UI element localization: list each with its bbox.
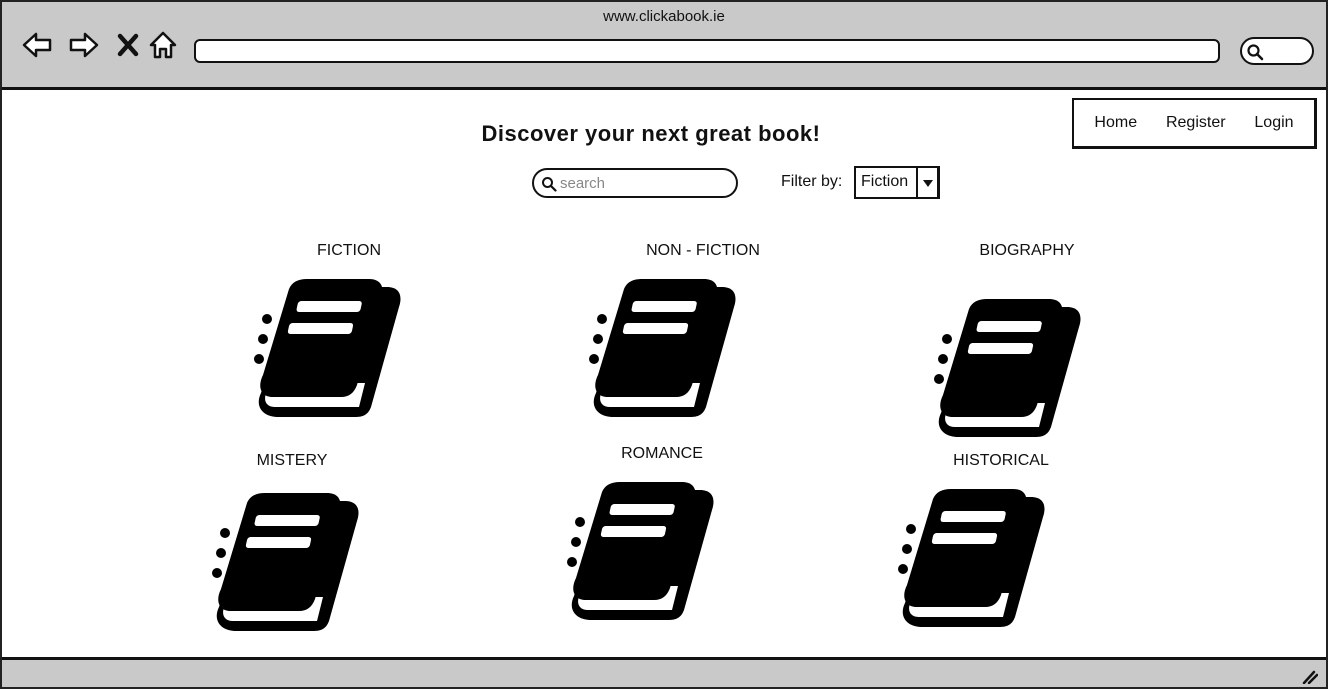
filter-dropdown[interactable]: Fiction [854, 166, 940, 199]
address-bar[interactable] [194, 39, 1220, 63]
browser-search-field[interactable] [1240, 37, 1314, 65]
category-label-mistery[interactable]: MISTERY [192, 452, 392, 470]
category-label-non-fiction[interactable]: NON - FICTION [603, 242, 803, 260]
category-label-fiction[interactable]: FICTION [249, 242, 449, 260]
search-icon [1247, 44, 1264, 61]
url-title: www.clickabook.ie [603, 8, 725, 25]
status-bar [2, 657, 1326, 687]
category-label-historical[interactable]: HISTORICAL [901, 452, 1101, 470]
search-icon [542, 177, 557, 192]
book-icon[interactable] [582, 279, 742, 429]
chevron-down-icon[interactable] [918, 168, 937, 197]
category-label-biography[interactable]: BIOGRAPHY [927, 242, 1127, 260]
search-box[interactable] [532, 168, 738, 198]
forward-arrow-icon[interactable] [67, 28, 101, 62]
back-arrow-icon[interactable] [20, 28, 54, 62]
page-content: Home Register Login Discover your next g… [2, 93, 1326, 657]
book-icon[interactable] [205, 493, 365, 643]
page-title: Discover your next great book! [481, 121, 821, 146]
book-icon[interactable] [247, 279, 407, 429]
book-icon[interactable] [891, 489, 1051, 639]
home-icon[interactable] [146, 28, 180, 62]
browser-window: www.clickabook.ie Home Register Login Di… [0, 0, 1328, 689]
browser-chrome: www.clickabook.ie [2, 2, 1326, 90]
close-icon[interactable] [111, 28, 145, 62]
filter-label: Filter by: [781, 173, 843, 190]
category-label-romance[interactable]: ROMANCE [562, 445, 762, 463]
book-icon[interactable] [560, 482, 720, 632]
resize-grip-icon[interactable] [1300, 668, 1318, 684]
book-icon[interactable] [927, 299, 1087, 449]
filter-selected-value: Fiction [856, 168, 918, 197]
search-input[interactable] [560, 173, 728, 193]
